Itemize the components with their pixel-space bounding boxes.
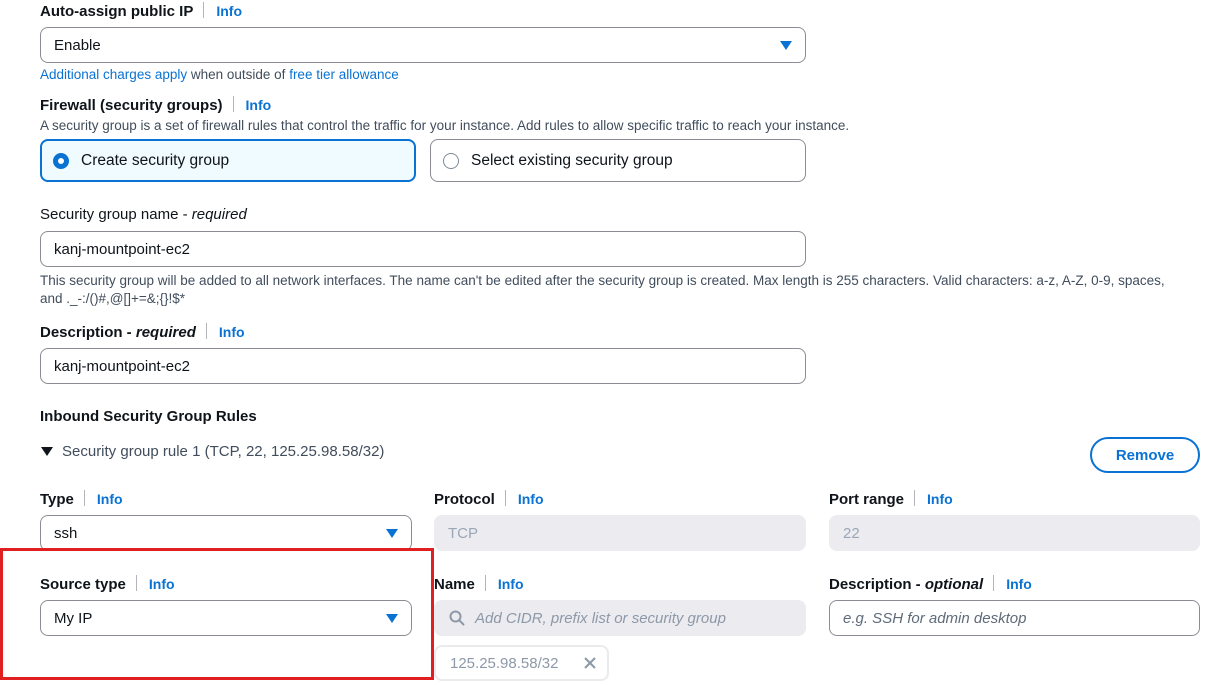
search-icon	[449, 610, 465, 626]
free-tier-link[interactable]: free tier allowance	[289, 67, 399, 82]
port-range-field: 22	[829, 515, 1200, 551]
name-label: Name Info	[434, 575, 524, 593]
port-range-label: Port range Info	[829, 490, 953, 508]
create-security-group-option[interactable]: Create security group	[40, 139, 416, 182]
radio-unselected-icon	[443, 152, 459, 169]
source-cidr-token: 125.25.98.58/32	[434, 645, 609, 681]
sg-description-input[interactable]: kanj-mountpoint-ec2	[40, 348, 806, 384]
remove-rule-button[interactable]: Remove	[1090, 437, 1200, 473]
protocol-field: TCP	[434, 515, 806, 551]
rule-description-info-link[interactable]: Info	[1006, 576, 1032, 592]
protocol-info-link[interactable]: Info	[518, 491, 544, 507]
type-label: Type Info	[40, 490, 123, 508]
sg-name-label: Security group name - required	[40, 206, 247, 223]
protocol-label: Protocol Info	[434, 490, 544, 508]
sg-name-input[interactable]: kanj-mountpoint-ec2	[40, 231, 806, 267]
port-range-info-link[interactable]: Info	[927, 491, 953, 507]
additional-charges-link[interactable]: Additional charges apply	[40, 67, 187, 82]
firewall-info-link[interactable]: Info	[246, 97, 272, 113]
rule-description-input[interactable]: e.g. SSH for admin desktop	[829, 600, 1200, 636]
sg-description-label: Description - required Info	[40, 323, 245, 341]
auto-assign-ip-label: Auto-assign public IP Info	[40, 2, 242, 20]
expand-triangle-icon	[41, 446, 53, 456]
sg-description-info-link[interactable]: Info	[219, 324, 245, 340]
inbound-rules-heading: Inbound Security Group Rules	[40, 408, 257, 425]
select-existing-security-group-option[interactable]: Select existing security group	[430, 139, 806, 182]
caret-down-icon	[780, 40, 792, 50]
rule-description-label: Description - optional Info	[829, 575, 1032, 593]
source-search-input[interactable]: Add CIDR, prefix list or security group	[434, 600, 806, 636]
auto-assign-info-link[interactable]: Info	[216, 3, 242, 19]
close-icon[interactable]	[583, 656, 597, 670]
annotation-highlight-box	[0, 548, 434, 680]
charges-note: Additional charges apply when outside of…	[40, 67, 399, 82]
rule-1-expander[interactable]: Security group rule 1 (TCP, 22, 125.25.9…	[40, 443, 384, 460]
auto-assign-ip-select[interactable]: Enable	[40, 27, 806, 63]
sg-name-help: This security group will be added to all…	[40, 273, 1165, 306]
name-info-link[interactable]: Info	[498, 576, 524, 592]
firewall-description: A security group is a set of firewall ru…	[40, 118, 850, 133]
type-select[interactable]: ssh	[40, 515, 412, 551]
caret-down-icon	[386, 528, 398, 538]
rule-1-title: Security group rule 1 (TCP, 22, 125.25.9…	[62, 443, 385, 460]
type-info-link[interactable]: Info	[97, 491, 123, 507]
firewall-label: Firewall (security groups) Info	[40, 96, 272, 114]
radio-selected-icon	[53, 152, 69, 169]
